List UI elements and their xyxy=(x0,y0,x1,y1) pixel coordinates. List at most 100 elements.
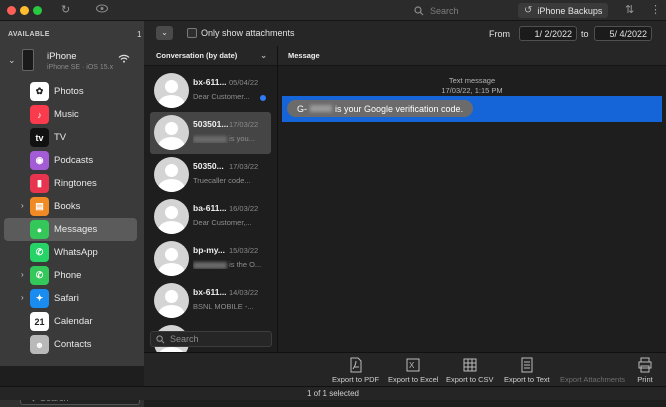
export-to-excel-button[interactable]: X Export to Excel xyxy=(388,357,438,384)
to-date-input[interactable]: 5/ 4/2022 xyxy=(594,26,652,41)
sidebar-item-calendar[interactable]: 21 Calendar xyxy=(4,310,137,333)
zoom-window-button[interactable] xyxy=(33,6,42,15)
toolbar-label: Export to Excel xyxy=(388,375,439,384)
sidebar-item-messages[interactable]: ● Messages xyxy=(4,218,137,241)
messages-icon: ● xyxy=(30,220,49,239)
chevron-right-icon[interactable]: › xyxy=(21,201,24,210)
conversation-item[interactable]: bx-611... 14/03/22 BSNL MOBILE -... xyxy=(150,280,271,322)
sidebar-item-ringtones[interactable]: ▮ Ringtones xyxy=(4,172,137,195)
eye-icon[interactable] xyxy=(96,4,108,16)
conversation-column-header[interactable]: Conversation (by date) ⌄ xyxy=(144,46,277,66)
redacted-text xyxy=(193,135,227,143)
conversation-preview: Truecaller code... xyxy=(193,176,267,185)
more-icon[interactable]: ⋮ xyxy=(650,4,661,16)
minimize-window-button[interactable] xyxy=(20,6,29,15)
sidebar-item-label: WhatsApp xyxy=(54,247,98,258)
sidebar-item-label: Photos xyxy=(54,86,84,97)
from-date-input[interactable]: 1/ 2/2022 xyxy=(519,26,577,41)
unread-dot-icon xyxy=(260,95,266,101)
conversation-item[interactable]: ba-611... 16/03/22 Dear Customer,... xyxy=(150,196,271,238)
conversation-title: 503501... xyxy=(193,119,229,129)
search-icon xyxy=(156,334,165,343)
conversation-header-label: Conversation (by date) xyxy=(156,51,238,60)
conversation-date: 14/03/22 xyxy=(229,288,259,297)
sidebar-item-tv[interactable]: tv TV xyxy=(4,126,137,149)
conversation-date: 16/03/22 xyxy=(229,204,259,213)
conversation-search-input[interactable]: Search xyxy=(150,331,272,347)
conversation-preview-text: Dear Customer... xyxy=(193,92,250,101)
status-bar: 1 of 1 selected xyxy=(0,386,666,400)
titlebar-search-placeholder: Search xyxy=(430,5,459,16)
iphone-backups-button[interactable]: ↺ iPhone Backups xyxy=(518,3,609,18)
message-pane: Message Text message 17/03/22, 1:15 PM G… xyxy=(278,46,666,352)
export-to-text-button[interactable]: Export to Text xyxy=(504,357,550,384)
books-icon: ▤ xyxy=(30,197,49,216)
contacts-icon: ☻ xyxy=(30,335,49,354)
selection-status: 1 of 1 selected xyxy=(306,389,360,398)
sidebar-item-label: Messages xyxy=(54,224,98,235)
collapse-button[interactable]: ⌄ xyxy=(156,26,173,40)
attachments-icon xyxy=(560,357,625,373)
sidebar-item-label: TV xyxy=(54,132,67,143)
close-window-button[interactable] xyxy=(7,6,16,15)
refresh-icon[interactable]: ↻ xyxy=(61,4,70,16)
titlebar-search[interactable]: Search xyxy=(414,3,514,18)
whatsapp-icon: ✆ xyxy=(30,243,49,262)
export-to-pdf-button[interactable]: Export to PDF xyxy=(332,357,379,384)
conversation-title: bx-611... xyxy=(193,77,227,87)
sidebar-item-photos[interactable]: ✿ Photos xyxy=(4,80,137,103)
message-column-header: Message xyxy=(278,46,666,66)
sort-arrows-icon[interactable]: ⇅ xyxy=(625,4,634,16)
sidebar-item-safari[interactable]: › ✦ Safari xyxy=(4,287,137,310)
conversation-item[interactable]: 503501... 17/03/22 is you... xyxy=(150,112,271,154)
sidebar-item-podcasts[interactable]: ◉ Podcasts xyxy=(4,149,137,172)
conversation-preview-text: is the O... xyxy=(229,260,262,269)
music-icon: ♪ xyxy=(30,105,49,124)
svg-text:X: X xyxy=(409,361,415,370)
conversation-date: 17/03/22 xyxy=(229,120,259,129)
conversation-date: 05/04/22 xyxy=(229,78,259,87)
print-button[interactable]: Print xyxy=(637,357,653,384)
conversation-item[interactable]: bp-my... 15/03/22 is the O... xyxy=(150,238,271,280)
sidebar-item-books[interactable]: › ▤ Books xyxy=(4,195,137,218)
toolbar-label: Export to PDF xyxy=(332,375,380,384)
to-date-value: 5/ 4/2022 xyxy=(609,28,647,39)
sidebar-item-phone[interactable]: › ✆ Phone xyxy=(4,264,137,287)
message-bubble: G- is your Google verification code. xyxy=(287,100,474,117)
safari-icon: ✦ xyxy=(30,289,49,308)
search-icon xyxy=(414,5,424,15)
conversation-item[interactable]: 50350... 17/03/22 Truecaller code... xyxy=(150,154,271,196)
conversation-preview-text: BSNL MOBILE -... xyxy=(193,302,254,311)
only-attachments-checkbox[interactable] xyxy=(187,28,197,38)
sidebar-item-label: Safari xyxy=(54,293,79,304)
device-iphone[interactable]: ⌄ iPhone iPhone SE · iOS 15.x xyxy=(6,48,140,78)
chevron-down-icon: ⌄ xyxy=(260,51,267,60)
chevron-down-icon[interactable]: ⌄ xyxy=(8,55,16,66)
ringtones-icon: ▮ xyxy=(30,174,49,193)
sidebar-item-whatsapp[interactable]: ✆ WhatsApp xyxy=(4,241,137,264)
sidebar-item-label: Music xyxy=(54,109,79,120)
conversation-preview: BSNL MOBILE -... xyxy=(193,302,267,311)
message-header-label: Message xyxy=(288,51,320,60)
message-bubble-row[interactable]: G- is your Google verification code. xyxy=(282,96,662,122)
conversation-preview-text: Dear Customer,... xyxy=(193,218,252,227)
export-toolbar: Export to PDF X Export to Excel Export to C… xyxy=(144,352,666,386)
toolbar-label: Export to CSV xyxy=(446,375,494,384)
to-label: to xyxy=(581,29,589,39)
wifi-icon xyxy=(118,54,130,66)
iphone-backups-label: iPhone Backups xyxy=(537,5,603,16)
sidebar-item-contacts[interactable]: ☻ Contacts xyxy=(4,333,137,356)
avatar xyxy=(154,157,189,192)
conversation-list: Conversation (by date) ⌄ bx-611... 05/04/… xyxy=(144,46,278,360)
export-to-csv-button[interactable]: Export to CSV xyxy=(446,357,494,384)
podcasts-icon: ◉ xyxy=(30,151,49,170)
avatar xyxy=(154,73,189,108)
sidebar-item-music[interactable]: ♪ Music xyxy=(4,103,137,126)
avatar xyxy=(154,241,189,276)
avatar xyxy=(154,283,189,318)
toolbar-label: Print xyxy=(637,375,653,384)
conversation-title: bp-my... xyxy=(193,245,225,255)
conversation-item[interactable]: bx-611... 05/04/22 Dear Customer... xyxy=(150,70,271,112)
chevron-right-icon[interactable]: › xyxy=(21,270,24,279)
chevron-right-icon[interactable]: › xyxy=(21,293,24,302)
